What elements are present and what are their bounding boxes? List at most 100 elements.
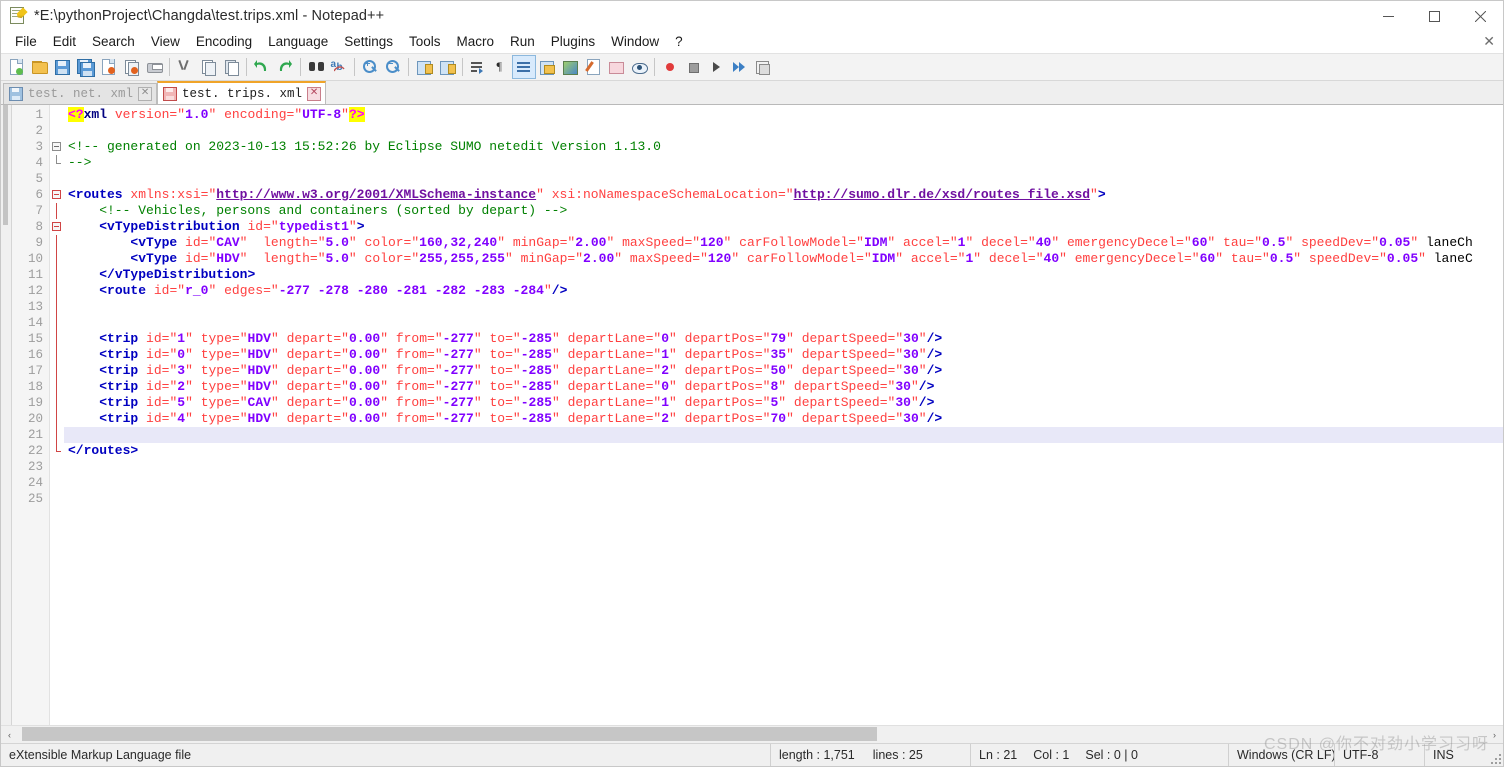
code-line[interactable]: <trip id="4" type="HDV" depart="0.00" fr… bbox=[64, 411, 1503, 427]
replace-icon[interactable]: ab bbox=[328, 56, 350, 78]
paste-icon[interactable] bbox=[220, 56, 242, 78]
fold-marker-row[interactable] bbox=[50, 491, 64, 507]
indent-guide-icon[interactable] bbox=[512, 55, 536, 79]
document-map-icon[interactable] bbox=[559, 56, 581, 78]
fold-marker-row[interactable] bbox=[50, 347, 64, 363]
play-macro-icon[interactable] bbox=[705, 56, 727, 78]
zoom-out-icon[interactable] bbox=[382, 56, 404, 78]
close-all-documents-icon[interactable] bbox=[120, 56, 142, 78]
status-eol-format[interactable]: Windows (CR LF) bbox=[1229, 744, 1335, 766]
vertical-scrollbar[interactable] bbox=[1, 105, 12, 725]
cut-icon[interactable] bbox=[174, 56, 196, 78]
code-line[interactable]: <vType id="CAV" length="5.0" color="160,… bbox=[64, 235, 1503, 251]
fold-collapse-icon[interactable] bbox=[52, 222, 61, 231]
maximize-button[interactable] bbox=[1411, 1, 1457, 31]
save-all-icon[interactable] bbox=[74, 56, 96, 78]
code-line[interactable] bbox=[64, 475, 1503, 491]
fold-marker-row[interactable] bbox=[50, 219, 64, 235]
show-all-characters-icon[interactable]: ¶ bbox=[490, 56, 512, 78]
code-line[interactable] bbox=[64, 299, 1503, 315]
close-document-icon[interactable] bbox=[97, 56, 119, 78]
fold-marker-row[interactable] bbox=[50, 395, 64, 411]
menu-edit[interactable]: Edit bbox=[45, 32, 84, 52]
fold-marker-row[interactable] bbox=[50, 459, 64, 475]
scroll-right-arrow-icon[interactable]: › bbox=[1486, 726, 1503, 743]
code-line[interactable]: </vTypeDistribution> bbox=[64, 267, 1503, 283]
fold-marker-row[interactable] bbox=[50, 475, 64, 491]
horizontal-scroll-track[interactable] bbox=[18, 726, 1486, 743]
fold-collapse-icon[interactable] bbox=[52, 142, 61, 151]
fold-marker-row[interactable] bbox=[50, 139, 64, 155]
code-folding-column[interactable] bbox=[50, 105, 64, 725]
fold-marker-row[interactable] bbox=[50, 123, 64, 139]
stop-recording-macro-icon[interactable] bbox=[682, 56, 704, 78]
status-encoding[interactable]: UTF-8 bbox=[1335, 744, 1425, 766]
save-icon[interactable] bbox=[51, 56, 73, 78]
folder-as-workspace-icon[interactable] bbox=[605, 56, 627, 78]
fold-collapse-icon[interactable] bbox=[52, 190, 61, 199]
menu-run[interactable]: Run bbox=[502, 32, 543, 52]
fold-marker-row[interactable] bbox=[50, 331, 64, 347]
new-file-icon[interactable] bbox=[5, 56, 27, 78]
code-line[interactable] bbox=[64, 459, 1503, 475]
code-line[interactable]: <trip id="3" type="HDV" depart="0.00" fr… bbox=[64, 363, 1503, 379]
menu-search[interactable]: Search bbox=[84, 32, 143, 52]
fold-marker-row[interactable] bbox=[50, 363, 64, 379]
menu-settings[interactable]: Settings bbox=[336, 32, 401, 52]
undo-icon[interactable] bbox=[251, 56, 273, 78]
fold-marker-row[interactable] bbox=[50, 411, 64, 427]
fold-marker-row[interactable] bbox=[50, 443, 64, 459]
code-line[interactable]: <trip id="0" type="HDV" depart="0.00" fr… bbox=[64, 347, 1503, 363]
code-text-area[interactable]: <?xml version="1.0" encoding="UTF-8"?> <… bbox=[64, 105, 1503, 725]
sync-horizontal-scroll-icon[interactable] bbox=[436, 56, 458, 78]
code-line[interactable] bbox=[64, 171, 1503, 187]
tab-test-trips-xml[interactable]: test. trips. xml ✕ bbox=[157, 81, 327, 104]
code-line[interactable] bbox=[64, 427, 1503, 443]
fold-marker-row[interactable] bbox=[50, 267, 64, 283]
save-current-macro-icon[interactable] bbox=[751, 56, 773, 78]
code-line[interactable]: <trip id="5" type="CAV" depart="0.00" fr… bbox=[64, 395, 1503, 411]
code-line[interactable]: </routes> bbox=[64, 443, 1503, 459]
code-line[interactable]: <trip id="1" type="HDV" depart="0.00" fr… bbox=[64, 331, 1503, 347]
fold-marker-row[interactable] bbox=[50, 155, 64, 171]
code-line[interactable]: <?xml version="1.0" encoding="UTF-8"?> bbox=[64, 107, 1503, 123]
horizontal-scrollbar[interactable]: ‹ › bbox=[1, 725, 1503, 743]
tab-test-net-xml[interactable]: test. net. xml ✕ bbox=[3, 83, 158, 104]
fold-marker-row[interactable] bbox=[50, 251, 64, 267]
run-macro-multiple-icon[interactable] bbox=[728, 56, 750, 78]
menu-language[interactable]: Language bbox=[260, 32, 336, 52]
code-line[interactable]: <route id="r_0" edges="-277 -278 -280 -2… bbox=[64, 283, 1503, 299]
copy-icon[interactable] bbox=[197, 56, 219, 78]
code-line[interactable]: <!-- generated on 2023-10-13 15:52:26 by… bbox=[64, 139, 1503, 155]
resize-grip-icon[interactable] bbox=[1491, 754, 1501, 764]
fold-marker-row[interactable] bbox=[50, 187, 64, 203]
sync-vertical-scroll-icon[interactable] bbox=[413, 56, 435, 78]
code-line[interactable]: <!-- Vehicles, persons and containers (s… bbox=[64, 203, 1503, 219]
word-wrap-icon[interactable] bbox=[467, 56, 489, 78]
menu-tools[interactable]: Tools bbox=[401, 32, 449, 52]
fold-marker-row[interactable] bbox=[50, 427, 64, 443]
fold-marker-row[interactable] bbox=[50, 283, 64, 299]
close-document-icon[interactable]: ✕ bbox=[1483, 33, 1495, 49]
tab-close-icon[interactable]: ✕ bbox=[307, 86, 322, 101]
record-macro-icon[interactable] bbox=[659, 56, 681, 78]
code-line[interactable] bbox=[64, 123, 1503, 139]
code-line[interactable]: <vType id="HDV" length="5.0" color="255,… bbox=[64, 251, 1503, 267]
menu-window[interactable]: Window bbox=[603, 32, 667, 52]
find-icon[interactable] bbox=[305, 56, 327, 78]
fold-marker-row[interactable] bbox=[50, 315, 64, 331]
close-button[interactable] bbox=[1457, 1, 1503, 31]
menu-plugins[interactable]: Plugins bbox=[543, 32, 603, 52]
scroll-left-arrow-icon[interactable]: ‹ bbox=[1, 726, 18, 743]
code-line[interactable]: <routes xmlns:xsi="http://www.w3.org/200… bbox=[64, 187, 1503, 203]
tab-close-icon[interactable]: ✕ bbox=[138, 87, 153, 101]
fold-marker-row[interactable] bbox=[50, 299, 64, 315]
zoom-in-icon[interactable] bbox=[359, 56, 381, 78]
menu-encoding[interactable]: Encoding bbox=[188, 32, 260, 52]
fold-marker-row[interactable] bbox=[50, 379, 64, 395]
code-line[interactable] bbox=[64, 315, 1503, 331]
fold-marker-row[interactable] bbox=[50, 107, 64, 123]
code-line[interactable]: <vTypeDistribution id="typedist1"> bbox=[64, 219, 1503, 235]
code-line[interactable] bbox=[64, 491, 1503, 507]
fold-marker-row[interactable] bbox=[50, 171, 64, 187]
